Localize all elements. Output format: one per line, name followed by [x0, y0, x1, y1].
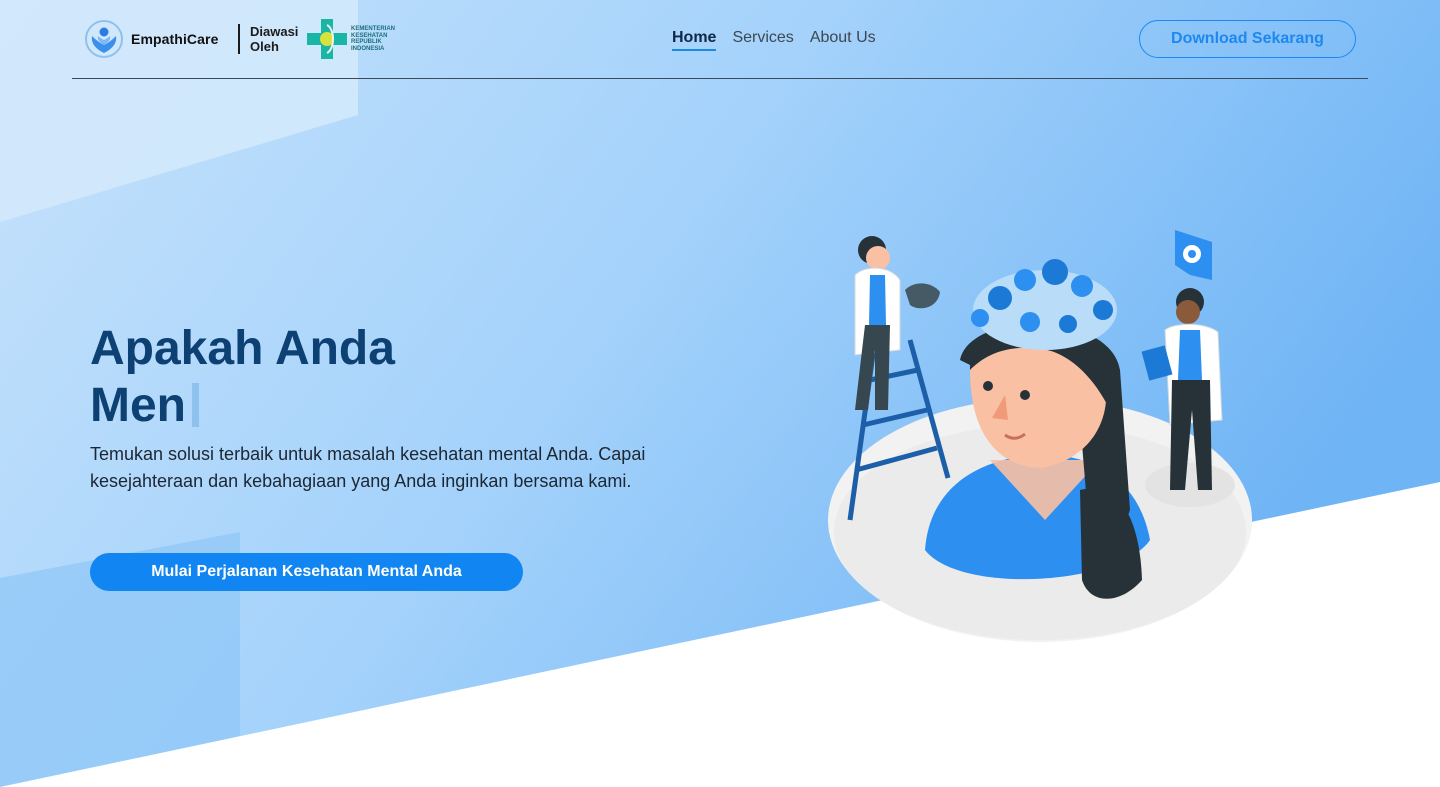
- hero-title: Apakah Anda Men: [90, 320, 650, 434]
- gear-icon: [1175, 230, 1212, 280]
- kemenkes-text: KEMENTERIAN KESEHATAN REPUBLIK INDONESIA: [351, 26, 406, 52]
- download-button[interactable]: Download Sekarang: [1139, 20, 1356, 58]
- hero-title-typed-text: Men: [90, 379, 186, 432]
- kemenkes-logo-icon: [307, 19, 347, 59]
- start-journey-button[interactable]: Mulai Perjalanan Kesehatan Mental Anda: [90, 553, 523, 591]
- nav-links: Home Services About Us: [672, 29, 876, 51]
- hero-title-line-1: Apakah Anda: [90, 322, 395, 375]
- supervised-label: Diawasi Oleh: [250, 24, 299, 54]
- brand[interactable]: EmpathiCare: [84, 18, 218, 60]
- brand-name: EmpathiCare: [131, 31, 219, 47]
- empathicare-logo-icon: [85, 20, 123, 58]
- nav-link-home[interactable]: Home: [672, 29, 717, 51]
- kemenkes-line-4: INDONESIA: [351, 45, 385, 52]
- kemenkes-badge: KEMENTERIAN KESEHATAN REPUBLIK INDONESIA: [305, 17, 406, 61]
- nav-link-about-us[interactable]: About Us: [810, 29, 876, 51]
- hero-description: Temukan solusi terbaik untuk masalah kes…: [90, 444, 646, 491]
- navbar: EmpathiCare Diawasi Oleh KEMENTERIAN KES…: [72, 0, 1368, 79]
- brand-divider: [238, 24, 240, 54]
- nav-link-services[interactable]: Services: [732, 29, 793, 51]
- mental-health-illustration: [828, 230, 1252, 642]
- typing-caret: [192, 383, 199, 427]
- hero-title-line-2: Men: [90, 377, 650, 434]
